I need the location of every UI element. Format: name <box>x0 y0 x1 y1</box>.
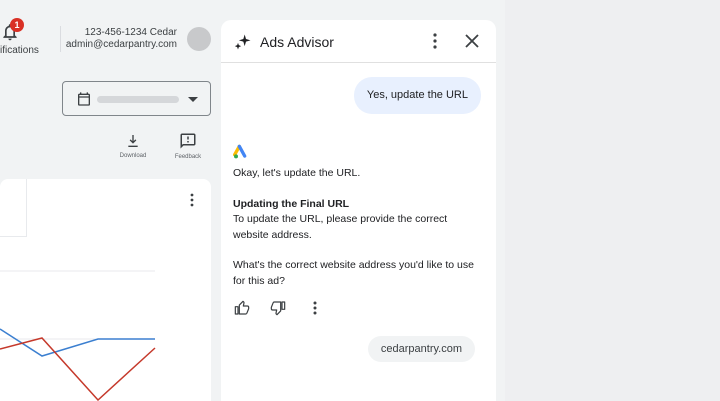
notification-count-badge: 1 <box>10 18 24 32</box>
notifications-label[interactable]: ifications <box>0 45 39 56</box>
date-range-placeholder <box>97 96 179 103</box>
chevron-down-icon <box>188 97 198 102</box>
download-icon <box>128 135 138 147</box>
suggestion-chip[interactable]: cedarpantry.com <box>367 336 475 362</box>
calendar-icon <box>78 92 90 106</box>
ads-advisor-panel: Ads Advisor Yes, update the URL Okay, le… <box>221 20 496 401</box>
date-range-picker[interactable] <box>62 81 211 116</box>
assistant-message-question: What's the correct website address you'd… <box>233 259 474 287</box>
assistant-message-body: To update the URL, please provide the co… <box>233 213 448 241</box>
feedback-label: Feedback <box>174 154 202 160</box>
line-chart <box>0 270 156 401</box>
account-email[interactable]: admin@cedarpantry.com <box>66 39 177 50</box>
sparkle-icon <box>234 34 251 50</box>
advisor-header: Ads Advisor <box>221 20 496 63</box>
more-vert-icon[interactable] <box>429 32 441 50</box>
assistant-message-intro: Okay, let's update the URL. <box>233 167 361 179</box>
user-message-bubble: Yes, update the URL <box>353 77 481 114</box>
google-ads-logo <box>233 144 247 159</box>
avatar[interactable] <box>187 27 211 51</box>
download-label: Download <box>119 153 147 159</box>
header-divider <box>60 26 61 52</box>
performance-chart-card <box>0 179 211 401</box>
close-icon[interactable] <box>464 33 480 49</box>
page-gutter <box>505 0 720 401</box>
assistant-message-heading: Updating the Final URL <box>233 198 350 210</box>
series-line-red <box>0 337 156 401</box>
advisor-title: Ads Advisor <box>260 34 334 50</box>
more-vert-icon[interactable] <box>309 300 321 316</box>
thumb-down-icon[interactable] <box>270 300 286 316</box>
more-vert-icon[interactable] <box>186 193 198 207</box>
feedback-icon <box>180 133 196 149</box>
feedback-button[interactable]: Feedback <box>170 132 206 160</box>
thumb-up-icon[interactable] <box>234 300 250 316</box>
download-button[interactable]: Download <box>115 133 151 159</box>
account-phone-name[interactable]: 123-456-1234 Cedar <box>85 27 177 38</box>
